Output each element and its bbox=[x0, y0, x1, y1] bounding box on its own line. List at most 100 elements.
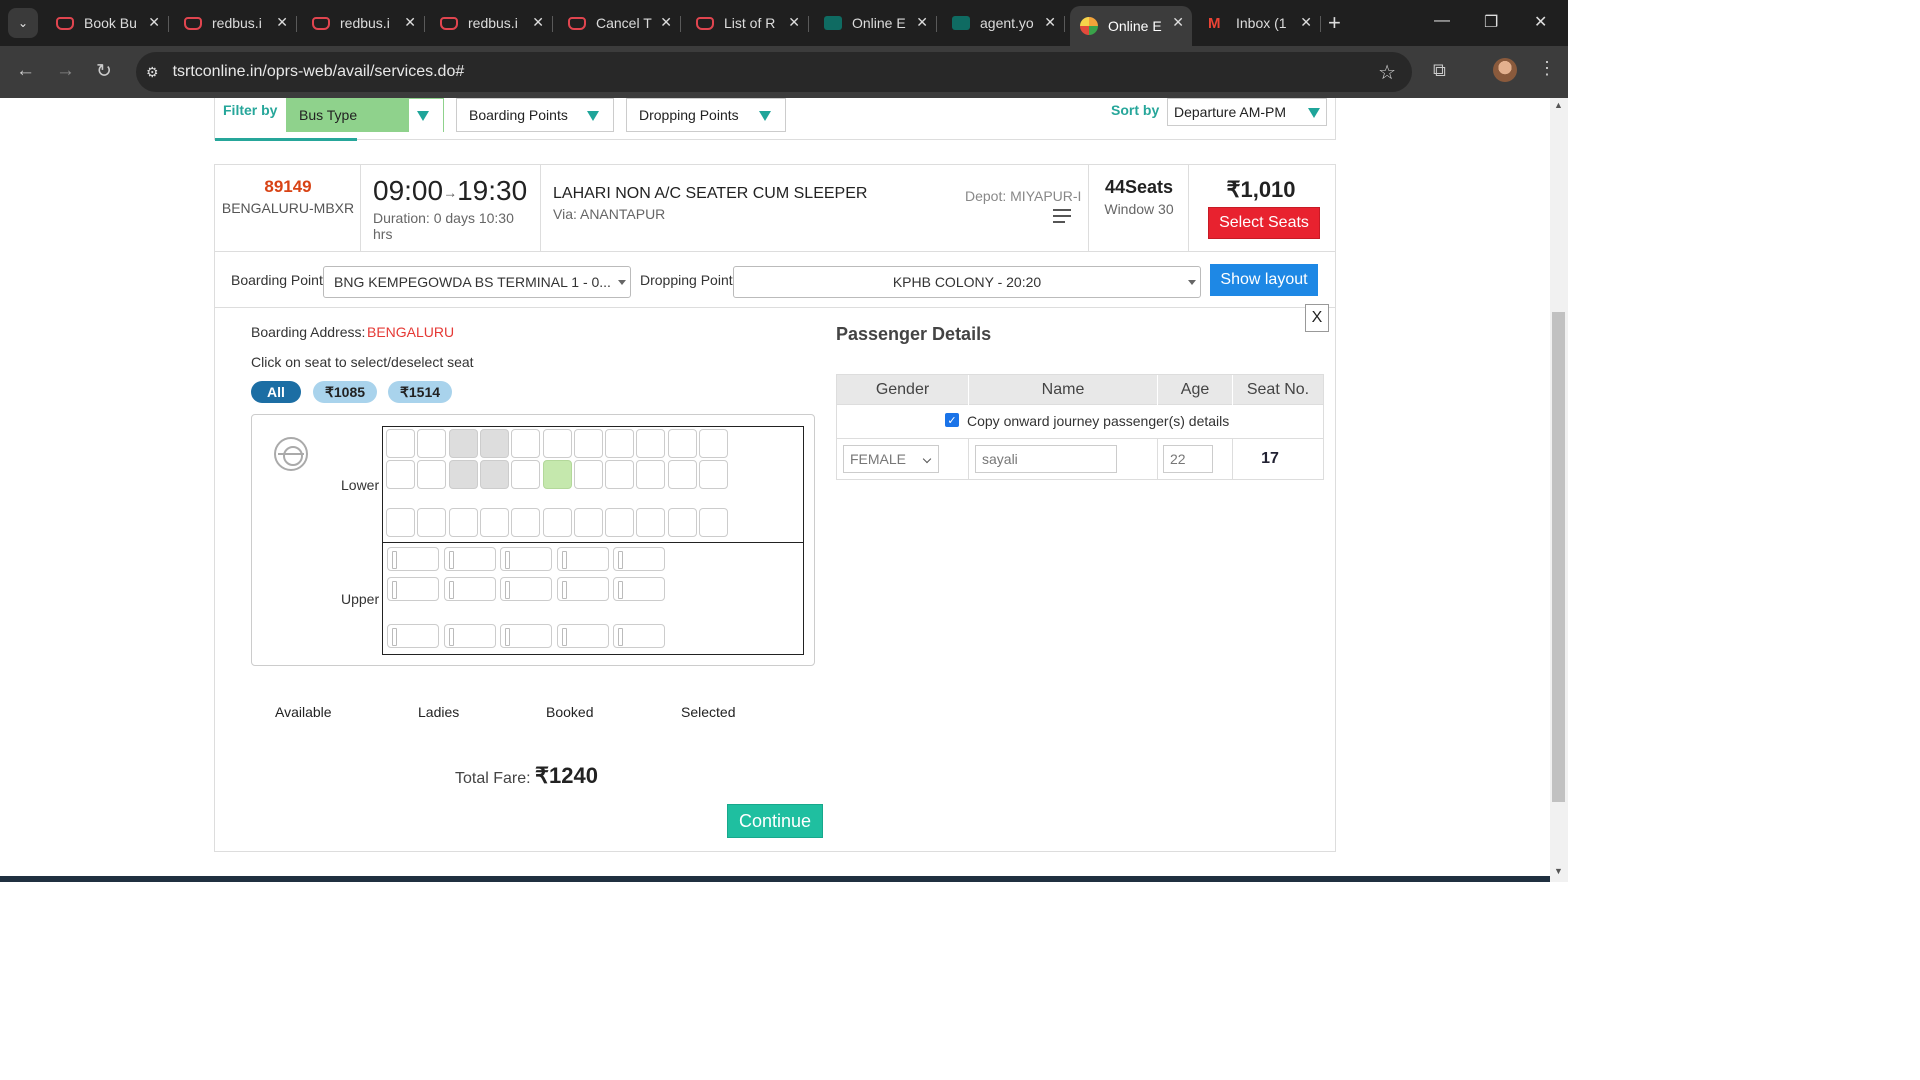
seat[interactable] bbox=[573, 429, 603, 458]
sleeper-berth[interactable] bbox=[613, 624, 665, 648]
sleeper-berth[interactable] bbox=[500, 577, 552, 601]
browser-tab[interactable]: redbus.i ✕ bbox=[174, 6, 297, 40]
sleeper-berth[interactable] bbox=[443, 624, 496, 648]
sleeper-berth[interactable] bbox=[500, 624, 552, 648]
profile-avatar[interactable] bbox=[1493, 58, 1517, 82]
bus-type-filter[interactable]: Bus Type bbox=[286, 98, 444, 133]
page-scrollbar[interactable]: ▲ ▼ bbox=[1550, 98, 1568, 882]
seat[interactable] bbox=[573, 460, 603, 489]
scrollbar-thumb[interactable] bbox=[1552, 312, 1565, 802]
tab-close-icon[interactable]: ✕ bbox=[1300, 14, 1312, 31]
boarding-points-filter[interactable]: Boarding Points bbox=[456, 98, 614, 132]
browser-tab[interactable]: M Inbox (1 ✕ bbox=[1198, 6, 1321, 40]
browser-tab[interactable]: Online E ✕ bbox=[814, 6, 937, 40]
tab-close-icon[interactable]: ✕ bbox=[916, 14, 928, 31]
seat[interactable] bbox=[636, 460, 666, 489]
url-omnibox[interactable]: ⚙ tsrtconline.in/oprs-web/avail/services… bbox=[136, 52, 1412, 92]
sleeper-berth[interactable] bbox=[443, 577, 496, 601]
seat[interactable] bbox=[667, 429, 697, 458]
sleeper-berth[interactable] bbox=[387, 577, 439, 601]
seat[interactable] bbox=[636, 508, 666, 537]
seat[interactable] bbox=[542, 508, 572, 537]
forward-icon[interactable]: → bbox=[56, 60, 75, 82]
tab-close-icon[interactable]: ✕ bbox=[404, 14, 416, 31]
fare-filter-all[interactable]: All bbox=[251, 381, 301, 403]
fare-filter-1085[interactable]: ₹1085 bbox=[313, 381, 377, 403]
browser-tab[interactable]: agent.yo ✕ bbox=[942, 6, 1065, 40]
seat[interactable] bbox=[386, 460, 415, 489]
passenger-name-input[interactable]: sayali bbox=[975, 445, 1117, 473]
seat[interactable] bbox=[699, 508, 728, 537]
seat[interactable] bbox=[605, 460, 635, 489]
close-window-icon[interactable]: ✕ bbox=[1534, 12, 1547, 32]
close-layout-button[interactable]: X bbox=[1305, 304, 1329, 332]
back-icon[interactable]: ← bbox=[16, 60, 35, 82]
passenger-age-input[interactable]: 22 bbox=[1163, 445, 1213, 473]
browser-tab[interactable]: redbus.i ✕ bbox=[302, 6, 425, 40]
browser-tab[interactable]: redbus.i ✕ bbox=[430, 6, 553, 40]
tab-close-icon[interactable]: ✕ bbox=[532, 14, 544, 31]
seat[interactable] bbox=[386, 429, 415, 458]
tab-close-icon[interactable]: ✕ bbox=[148, 14, 160, 31]
copy-details-checkbox[interactable]: ✓ bbox=[945, 413, 959, 427]
dropping-points-filter[interactable]: Dropping Points bbox=[626, 98, 786, 132]
tab-close-icon[interactable]: ✕ bbox=[1172, 14, 1184, 31]
seat[interactable] bbox=[636, 429, 666, 458]
tab-close-icon[interactable]: ✕ bbox=[276, 14, 288, 31]
seat[interactable] bbox=[417, 429, 447, 458]
seat[interactable] bbox=[667, 460, 697, 489]
minimize-icon[interactable]: — bbox=[1434, 12, 1450, 30]
seat[interactable] bbox=[605, 508, 635, 537]
seat[interactable] bbox=[386, 508, 415, 537]
seat[interactable] bbox=[605, 429, 635, 458]
seat[interactable] bbox=[542, 429, 572, 458]
show-layout-button[interactable]: Show layout bbox=[1210, 264, 1318, 296]
seat[interactable] bbox=[511, 460, 541, 489]
bookmark-star-icon[interactable]: ☆ bbox=[1378, 60, 1396, 85]
seat[interactable] bbox=[667, 508, 697, 537]
fare-filter-1514[interactable]: ₹1514 bbox=[388, 381, 452, 403]
sleeper-berth[interactable] bbox=[613, 547, 665, 571]
browser-tab[interactable]: List of R ✕ bbox=[686, 6, 809, 40]
seat[interactable] bbox=[699, 460, 728, 489]
tab-close-icon[interactable]: ✕ bbox=[788, 14, 800, 31]
tab-close-icon[interactable]: ✕ bbox=[660, 14, 672, 31]
tab-close-icon[interactable]: ✕ bbox=[1044, 14, 1056, 31]
scroll-up-icon[interactable]: ▲ bbox=[1554, 100, 1563, 110]
boarding-point-select[interactable]: BNG KEMPEGOWDA BS TERMINAL 1 - 0... bbox=[323, 266, 631, 298]
sleeper-berth[interactable] bbox=[556, 624, 609, 648]
sleeper-berth[interactable] bbox=[556, 547, 609, 571]
dropping-point-select[interactable]: KPHB COLONY - 20:20 bbox=[733, 266, 1201, 298]
seat[interactable] bbox=[417, 508, 447, 537]
seat[interactable] bbox=[417, 460, 447, 489]
extensions-icon[interactable]: ⧉ bbox=[1433, 60, 1446, 81]
seat[interactable] bbox=[699, 429, 728, 458]
browser-tab[interactable]: Cancel T ✕ bbox=[558, 6, 681, 40]
sleeper-berth[interactable] bbox=[387, 624, 439, 648]
seat[interactable] bbox=[511, 429, 541, 458]
sleeper-berth[interactable] bbox=[443, 547, 496, 571]
details-menu-icon[interactable] bbox=[1053, 209, 1071, 227]
scroll-down-icon[interactable]: ▼ bbox=[1554, 866, 1563, 876]
seat[interactable] bbox=[511, 508, 541, 537]
reload-icon[interactable]: ↻ bbox=[96, 60, 112, 83]
sort-select[interactable]: Departure AM-PM bbox=[1167, 98, 1327, 126]
gender-select[interactable]: FEMALE bbox=[843, 445, 939, 473]
continue-button[interactable]: Continue bbox=[727, 804, 823, 838]
sleeper-berth[interactable] bbox=[556, 577, 609, 601]
seat[interactable] bbox=[542, 460, 572, 489]
sleeper-berth[interactable] bbox=[613, 577, 665, 601]
tab-search-icon[interactable]: ⌄ bbox=[8, 8, 38, 38]
browser-tab[interactable]: Book Bu ✕ bbox=[46, 6, 169, 40]
sleeper-berth[interactable] bbox=[387, 547, 439, 571]
sleeper-berth[interactable] bbox=[500, 547, 552, 571]
seat[interactable] bbox=[479, 508, 509, 537]
browser-menu-icon[interactable]: ⋮ bbox=[1538, 58, 1556, 79]
seat[interactable] bbox=[573, 508, 603, 537]
site-info-icon[interactable]: ⚙ bbox=[146, 64, 159, 81]
restore-icon[interactable]: ❐ bbox=[1484, 12, 1498, 32]
browser-tab[interactable]: Online E ✕ bbox=[1070, 6, 1192, 46]
new-tab-icon[interactable]: + bbox=[1328, 10, 1341, 36]
select-seats-button[interactable]: Select Seats bbox=[1208, 207, 1320, 239]
seat[interactable] bbox=[448, 508, 478, 537]
